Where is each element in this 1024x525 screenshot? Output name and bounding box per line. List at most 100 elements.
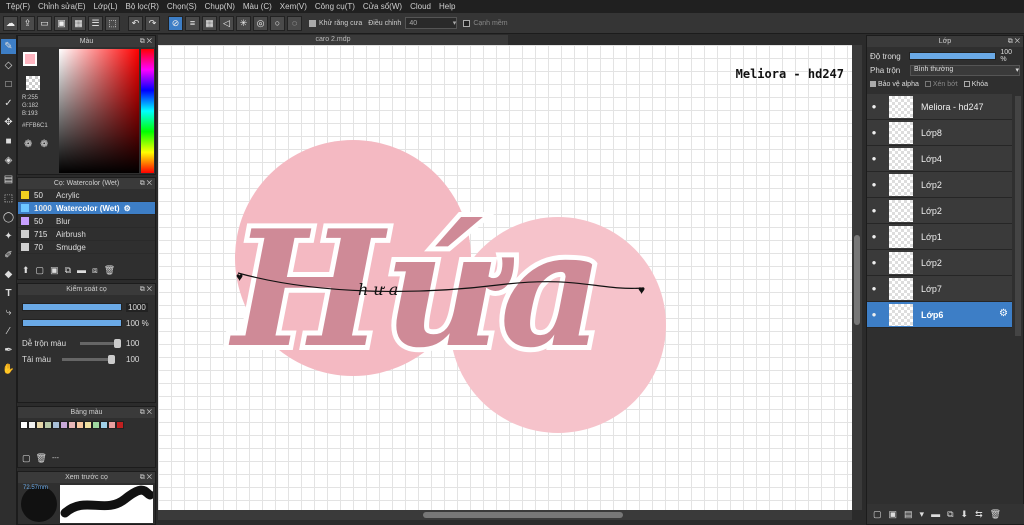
horizontal-scrollbar[interactable] <box>158 510 852 520</box>
palette-swatch[interactable] <box>76 421 84 429</box>
palette-swatch[interactable] <box>92 421 100 429</box>
layer-folder-icon[interactable]: ▬ <box>931 509 940 519</box>
eyedropper-tool-icon[interactable]: ⁄ <box>1 324 16 339</box>
adjust-select[interactable]: 40 ▾ <box>405 17 458 29</box>
move-tool-icon[interactable]: ✥ <box>1 115 16 130</box>
comment-icon[interactable]: ▭ <box>37 15 52 31</box>
snap-circle-icon[interactable]: ○ <box>270 15 285 31</box>
eye-icon[interactable]: ● <box>867 180 881 189</box>
clipping-checkbox[interactable]: Xén bớt <box>924 81 958 88</box>
palette-swatch[interactable] <box>44 421 52 429</box>
eye-icon[interactable]: ● <box>867 128 881 137</box>
panel-close-icon[interactable]: ⧉ ✕ <box>1008 36 1020 47</box>
lock-checkbox[interactable]: Khóa <box>963 81 988 88</box>
palette-swatch[interactable] <box>28 421 36 429</box>
hue-slider[interactable] <box>141 49 154 173</box>
panel-close-icon[interactable]: ⧉ ✕ <box>140 407 152 418</box>
document-tab[interactable]: caro 2.mdp <box>158 35 508 45</box>
brush-tool-icon[interactable]: ✎ <box>1 39 16 54</box>
foreground-swatch[interactable] <box>23 52 37 66</box>
text-tool-icon[interactable]: T <box>1 286 16 301</box>
layer-transfer-icon[interactable]: ⇆ <box>975 509 983 520</box>
load-slider[interactable] <box>62 354 115 364</box>
eye-icon[interactable]: ● <box>867 206 881 215</box>
palette-swatch[interactable] <box>52 421 60 429</box>
panel-close-icon[interactable]: ⧉ ✕ <box>140 284 152 295</box>
list-icon[interactable]: ☰ <box>88 15 103 31</box>
eye-icon[interactable]: ● <box>867 310 881 319</box>
palette-swatch[interactable] <box>108 421 116 429</box>
menu-item[interactable]: Công cụ(T) <box>311 2 359 11</box>
brush-item[interactable]: 1000 Watercolor (Wet) ⚙ <box>18 202 155 215</box>
panel-close-icon[interactable]: ⧉ ✕ <box>140 36 152 47</box>
layer-opacity-bar[interactable] <box>909 52 997 60</box>
operation-tool-icon[interactable]: ⤷ <box>1 305 16 320</box>
palette-swatch[interactable] <box>60 421 68 429</box>
palette-swatch[interactable] <box>68 421 76 429</box>
menu-item[interactable]: Cloud <box>406 2 435 11</box>
brush-item[interactable]: 50 Acrylic <box>18 189 155 202</box>
palette-swatch[interactable] <box>116 421 124 429</box>
layer-delete-icon[interactable]: 🗑 <box>990 509 1001 520</box>
new-layer-menu-icon[interactable]: ▤ <box>904 509 913 520</box>
menu-item[interactable]: Lớp(L) <box>90 2 122 11</box>
hand-tool-icon[interactable]: ✋ <box>1 362 16 377</box>
layer-blend-select[interactable]: Bình thường ▾ <box>910 64 1020 76</box>
brush-duplicate-icon[interactable]: ⧈ <box>92 265 98 276</box>
palette-swatch[interactable] <box>20 421 28 429</box>
eye-icon[interactable]: ● <box>867 284 881 293</box>
eye-icon[interactable]: ● <box>867 102 881 111</box>
menu-item[interactable]: Chọn(S) <box>163 2 201 11</box>
menu-item[interactable]: Bộ lọc(R) <box>122 2 163 11</box>
snap-parallel-icon[interactable]: ≡ <box>185 15 200 31</box>
eye-icon[interactable]: ● <box>867 258 881 267</box>
menu-item[interactable]: Chỉnh sửa(E) <box>34 2 90 11</box>
menu-item[interactable]: Xem(V) <box>276 2 311 11</box>
magic-wand-tool-icon[interactable]: ✦ <box>1 229 16 244</box>
layer-add-dropdown-icon[interactable]: ▾ <box>920 509 925 520</box>
pen-tool-icon[interactable]: ✓ <box>1 96 16 111</box>
redo-icon[interactable]: ↷ <box>145 15 160 31</box>
brush-item[interactable]: 50 Blur <box>18 215 155 228</box>
pen-brush-tool-icon[interactable]: ✒ <box>1 343 16 358</box>
layer-row[interactable]: ● Lớp1 <box>867 224 1012 250</box>
protect-alpha-checkbox[interactable]: Bảo vệ alpha <box>870 81 919 88</box>
select-tool-icon[interactable]: ⬚ <box>1 191 16 206</box>
cloud-icon[interactable]: ☁ <box>3 15 18 31</box>
layer-row[interactable]: ● Lớp2 <box>867 172 1012 198</box>
palette-add-icon[interactable]: ❁ <box>40 139 48 150</box>
snap-grid-icon[interactable]: ▦ <box>202 15 217 31</box>
menu-item[interactable]: Màu (C) <box>239 2 276 11</box>
palette-icon[interactable]: ❁ <box>24 139 32 150</box>
upload-icon[interactable]: ⇪ <box>20 15 35 31</box>
canvas[interactable]: Hứa ♥ ♥ h ư a Meliora - hd247 <box>158 45 852 510</box>
palette-swatch[interactable] <box>36 421 44 429</box>
layer-copy-icon[interactable]: ⧉ <box>947 509 953 520</box>
menu-item[interactable]: Tệp(F) <box>2 2 34 11</box>
brush-new-icon[interactable]: ▢ <box>36 265 45 276</box>
snap-vanish-icon[interactable]: ◁ <box>219 15 234 31</box>
lasso-tool-icon[interactable]: ◯ <box>1 210 16 225</box>
snap-curve-icon[interactable]: ◌ <box>287 15 302 31</box>
brush-gear-icon[interactable]: ⚙ <box>124 204 131 213</box>
panel-close-icon[interactable]: ⧉ ✕ <box>140 472 152 483</box>
rect-select-tool-icon[interactable]: □ <box>1 77 16 92</box>
palette-delete-icon[interactable]: 🗑 <box>36 453 47 464</box>
select-eraser-tool-icon[interactable]: ◆ <box>1 267 16 282</box>
layer-row[interactable]: ● Lớp6 ⚙ <box>867 302 1012 328</box>
palette-more[interactable]: --- <box>52 455 59 462</box>
brush-opacity-bar[interactable] <box>22 319 122 327</box>
snap-radial-icon[interactable]: ✳ <box>236 15 251 31</box>
edge-checkbox[interactable]: Cạnh mềm <box>463 19 508 27</box>
undo-icon[interactable]: ↶ <box>128 15 143 31</box>
layer-row[interactable]: ● Lớp2 <box>867 250 1012 276</box>
layer-scrollbar[interactable] <box>1015 96 1021 336</box>
grid-icon[interactable]: ▦ <box>71 15 86 31</box>
brush-item[interactable]: 715 Airbrush <box>18 228 155 241</box>
bucket-tool-icon[interactable]: ◈ <box>1 153 16 168</box>
brush-add-icon[interactable]: ⬆ <box>22 265 30 276</box>
layer-gear-icon[interactable]: ⚙ <box>999 308 1008 319</box>
antialias-checkbox[interactable]: Khử răng cưa <box>309 19 362 27</box>
layer-row[interactable]: ● Lớp2 <box>867 198 1012 224</box>
menu-item[interactable]: Chụp(N) <box>201 2 239 11</box>
